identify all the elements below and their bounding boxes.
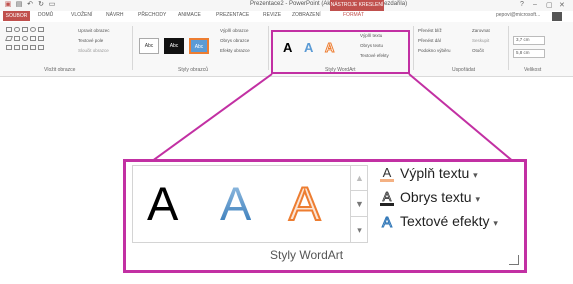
wordart-styles-group-label: Styly WordArt bbox=[270, 248, 344, 262]
undo-icon[interactable]: ↶ bbox=[26, 1, 34, 9]
gallery-scroll-up-button[interactable]: ▲ bbox=[351, 165, 368, 191]
text-fill-icon: A bbox=[378, 165, 396, 183]
wordart-style-blue-gradient[interactable]: A bbox=[220, 178, 251, 230]
connector-line-right bbox=[408, 73, 520, 168]
tab-view[interactable]: ZOBRAZENÍ bbox=[292, 12, 321, 18]
rotate-button[interactable]: Otočit bbox=[472, 48, 484, 53]
arrange-group-label: Uspořádat bbox=[452, 67, 476, 73]
shape-width-input[interactable]: 5,8 cm bbox=[513, 49, 545, 58]
connector-line-left bbox=[143, 73, 273, 168]
size-group-label: Velikost bbox=[524, 67, 542, 73]
avatar[interactable] bbox=[552, 12, 562, 21]
tab-format[interactable]: FORMÁT bbox=[343, 12, 364, 18]
text-fill-label: Výplň textu bbox=[400, 165, 470, 181]
text-box-button[interactable]: Textové pole bbox=[78, 38, 103, 43]
tab-transitions[interactable]: PŘECHODY bbox=[138, 12, 166, 18]
tab-slideshow[interactable]: PREZENTACE bbox=[216, 12, 249, 18]
save-icon[interactable]: ▤ bbox=[15, 1, 23, 9]
group-separator bbox=[413, 26, 414, 70]
maximize-button[interactable]: ▢ bbox=[546, 1, 553, 9]
selection-pane-button[interactable]: Podokno výběru bbox=[418, 48, 451, 53]
dialog-launcher-icon[interactable] bbox=[509, 255, 519, 265]
chevron-down-icon: ▾ bbox=[475, 194, 481, 204]
shape-style-black[interactable]: Abc bbox=[164, 38, 184, 54]
redo-icon[interactable]: ↻ bbox=[37, 1, 45, 9]
shape-height-input[interactable]: 3,7 cm bbox=[513, 36, 545, 45]
text-outline-button[interactable]: Obrys textu ▾ bbox=[400, 189, 480, 205]
tab-file[interactable]: SOUBOR bbox=[3, 11, 30, 21]
chevron-down-icon: ▾ bbox=[493, 218, 498, 228]
highlight-frame-small bbox=[271, 30, 410, 74]
text-effects-button[interactable]: Textové efekty ▾ bbox=[400, 213, 498, 229]
tab-design[interactable]: NÁVRH bbox=[106, 12, 124, 18]
shape-styles-group-label: Styly obrazců bbox=[178, 67, 209, 73]
wordart-style-orange-outline[interactable]: A bbox=[288, 177, 321, 231]
shape-style-blue[interactable]: Abc bbox=[189, 38, 209, 54]
tab-animations[interactable]: ANIMACE bbox=[178, 12, 201, 18]
shape-effects-button[interactable]: Efekty obrazce bbox=[220, 48, 250, 53]
wordart-style-black[interactable]: A bbox=[147, 178, 178, 230]
group-separator bbox=[508, 26, 509, 70]
shape-outline-button[interactable]: Obrys obrazce bbox=[220, 38, 249, 43]
minimize-button[interactable]: – bbox=[533, 1, 537, 8]
bring-forward-button[interactable]: Přenést blíž bbox=[418, 28, 442, 33]
group-separator bbox=[268, 26, 269, 70]
tab-review[interactable]: REVIZE bbox=[263, 12, 281, 18]
chevron-down-icon: ▾ bbox=[473, 170, 478, 180]
svg-text:A: A bbox=[383, 189, 392, 204]
merge-shapes-button[interactable]: Sloučit obrazce bbox=[78, 48, 109, 53]
tab-insert[interactable]: VLOŽENÍ bbox=[71, 12, 92, 18]
powerpoint-icon: ▣ bbox=[4, 1, 12, 8]
shape-fill-button[interactable]: Výplň obrazce bbox=[220, 28, 249, 33]
group-separator bbox=[132, 26, 133, 70]
align-button[interactable]: Zarovnat bbox=[472, 28, 490, 33]
svg-text:A: A bbox=[382, 214, 392, 231]
svg-text:A: A bbox=[383, 165, 392, 180]
close-button[interactable]: ✕ bbox=[559, 1, 565, 9]
insert-shapes-group-label: Vložit obrazce bbox=[44, 67, 76, 73]
text-effects-label: Textové efekty bbox=[400, 213, 490, 229]
edit-shape-button[interactable]: Upravit obrazec bbox=[78, 28, 110, 33]
text-outline-icon: A bbox=[378, 189, 396, 207]
help-button[interactable]: ? bbox=[520, 1, 524, 8]
slideshow-from-start-icon[interactable]: ▭ bbox=[48, 1, 56, 9]
gallery-scroll-down-button[interactable]: ▼ bbox=[351, 191, 368, 217]
gallery-more-button[interactable]: ▾ bbox=[351, 217, 368, 243]
send-backward-button[interactable]: Přenést dál bbox=[418, 38, 441, 43]
text-effects-icon: A bbox=[378, 213, 396, 232]
group-button[interactable]: Seskupit bbox=[472, 38, 489, 43]
shape-style-white[interactable]: Abc bbox=[139, 38, 159, 54]
account-name[interactable]: pepovi@microsoft... bbox=[496, 12, 540, 18]
tab-home[interactable]: DOMŮ bbox=[38, 12, 53, 18]
text-outline-label: Obrys textu bbox=[400, 189, 472, 205]
text-fill-button[interactable]: Výplň textu ▾ bbox=[400, 165, 478, 181]
context-tab-group-label: NÁSTROJE KRESLENÍ bbox=[330, 0, 384, 11]
